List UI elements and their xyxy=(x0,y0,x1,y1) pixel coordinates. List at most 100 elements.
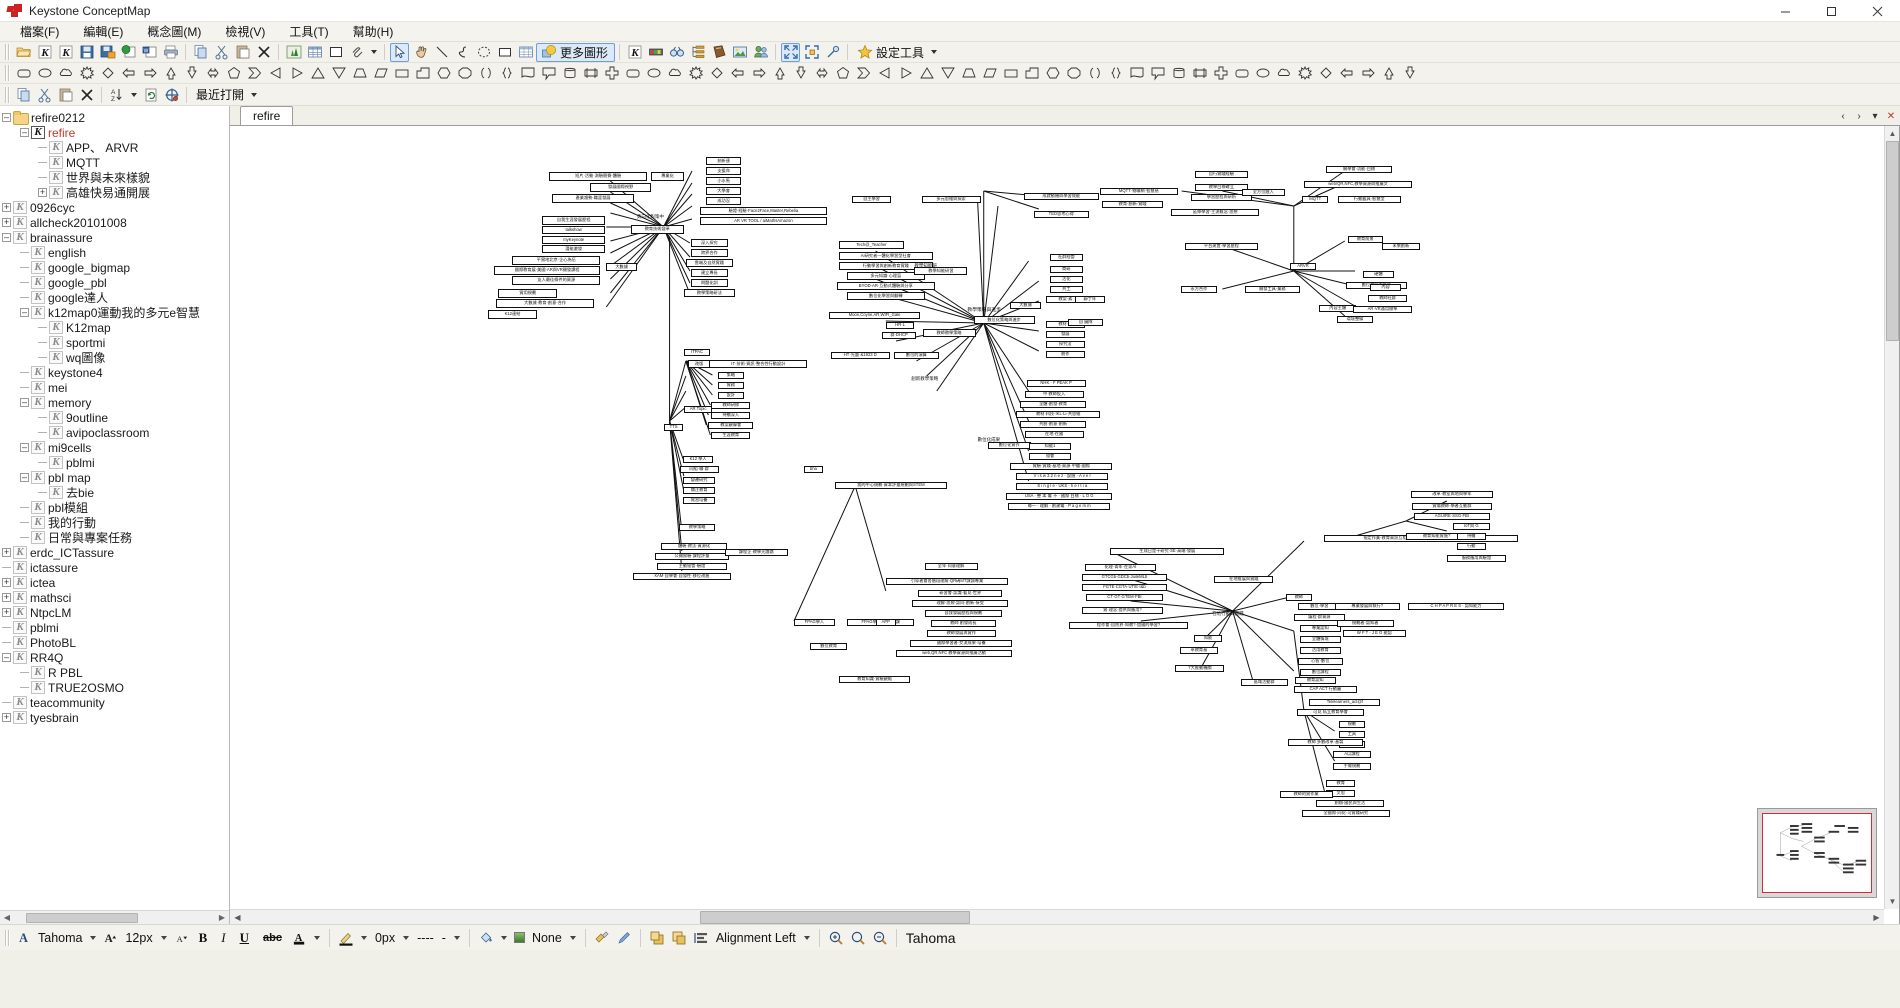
tree-item-18[interactable]: Kmei xyxy=(2,380,229,395)
map-node[interactable]: 教師 創發成長 xyxy=(930,620,996,627)
map-free-label[interactable]: 教學策略與進步 xyxy=(967,306,1001,313)
tab-shape[interactable] xyxy=(413,64,432,83)
map-node[interactable]: 產業趨勢·職涯發展 xyxy=(552,194,634,203)
font-size-value[interactable]: 12px xyxy=(121,931,156,945)
map-node[interactable]: 變遷研究 xyxy=(682,477,716,484)
octagon-shape[interactable] xyxy=(455,64,474,83)
tree-item-6[interactable]: + K 0926cyc xyxy=(2,200,229,215)
diamond-shape[interactable] xyxy=(98,64,117,83)
collapse-toggle-icon[interactable]: – xyxy=(20,443,29,452)
map-node[interactable]: 規劃者·認知者 xyxy=(1336,620,1394,627)
line-color-dropdown-icon[interactable] xyxy=(360,935,367,940)
ellipse-shape-3[interactable] xyxy=(644,64,663,83)
map-node[interactable]: 數位化策略與進步 xyxy=(973,316,1035,324)
tree-item-27[interactable]: K 我的行動 xyxy=(2,515,229,530)
map-node[interactable]: Moon,Coyne,AR,WIFI_Gale xyxy=(828,312,921,319)
map-node[interactable]: 生涯教育 xyxy=(711,432,751,439)
paste-icon[interactable] xyxy=(233,43,252,62)
map-node[interactable]: 知能1 xyxy=(1028,443,1072,450)
map-node[interactable]: 專業認知 xyxy=(1299,625,1341,632)
map-node[interactable]: Tech@_Teacher xyxy=(838,241,905,249)
map-node[interactable]: HR·L xyxy=(885,322,915,329)
chevron-shape[interactable] xyxy=(245,64,264,83)
map-node[interactable]: 改版 xyxy=(687,360,711,368)
map-node[interactable]: 國際學習者·交流成果·培養 xyxy=(910,640,1013,647)
chevron-down-icon[interactable] xyxy=(251,92,258,97)
map-node[interactable]: ARVR xyxy=(1289,263,1317,270)
map-node[interactable]: 教材·科技·IKL·Li·共思維 xyxy=(1016,411,1100,418)
map-node[interactable]: 探究法 xyxy=(1045,341,1085,348)
map-node[interactable]: 實·理念·提供與應用? xyxy=(1081,607,1164,614)
recent-open-button[interactable]: 最近打開 xyxy=(191,85,263,104)
line-style-value[interactable]: ---- xyxy=(413,931,438,945)
minimap-viewport[interactable] xyxy=(1762,813,1872,893)
concept-map-canvas[interactable]: 短片·活動·測驗競賽·體驗 專業化 發展國際視野 產業趨勢·職涯發展 自我生涯發展歷程 t… xyxy=(230,126,1900,924)
hexagon-shape-22[interactable] xyxy=(1043,64,1062,83)
image-icon[interactable] xyxy=(730,43,749,62)
tree-item-11[interactable]: Kgoogle_pbl xyxy=(2,275,229,290)
map-node[interactable]: 策略 xyxy=(717,372,745,379)
chevron-shape-13[interactable] xyxy=(854,64,873,83)
map-node[interactable]: AR VR TOOL / aiMathsAmazon xyxy=(700,217,827,225)
map-node[interactable]: 在地·在國 xyxy=(1024,431,1084,438)
color-strip-icon[interactable] xyxy=(646,43,665,62)
triangle-left-shape[interactable] xyxy=(266,64,285,83)
tree-item-4[interactable]: K 世界與未來樣貌 xyxy=(2,170,229,185)
map-node[interactable]: 在地推展與實踐 xyxy=(1214,576,1274,583)
cloud-shape-4[interactable] xyxy=(665,64,684,83)
copy-icon[interactable] xyxy=(191,43,210,62)
map-node[interactable]: 全體·創發·教育 xyxy=(1020,401,1086,408)
canvas-vertical-scrollbar[interactable]: ▲ ▼ xyxy=(1884,126,1899,909)
triangle-right-shape-15[interactable] xyxy=(896,64,915,83)
map-node[interactable]: 潛能激發 xyxy=(542,245,606,253)
tree-item-17[interactable]: Kkeystone4 xyxy=(2,365,229,380)
map-node[interactable]: 社群經營 xyxy=(1050,254,1083,261)
delete-icon[interactable] xyxy=(254,43,273,62)
map-node[interactable]: 教師教學策略 xyxy=(922,329,976,337)
map-node[interactable]: 教師 多數改革·基製 xyxy=(1287,739,1364,746)
map-node[interactable]: bha xyxy=(804,466,823,473)
map-node[interactable]: 教育前景 xyxy=(1347,236,1383,243)
map-node[interactable]: 理解·思辨·認同·創新·接受 xyxy=(912,600,1009,607)
map-node[interactable]: 主動經營·驗證 xyxy=(657,563,727,570)
map-node[interactable]: 共創·創意·創新 xyxy=(1020,421,1086,428)
send-to-back-icon[interactable] xyxy=(668,927,690,949)
strikethrough-button[interactable]: abc xyxy=(256,927,289,949)
group-icon[interactable] xyxy=(751,43,770,62)
tree-item-32[interactable]: + Kmathsci xyxy=(2,590,229,605)
map-node[interactable]: 知能 xyxy=(1193,635,1223,642)
minimize-button[interactable] xyxy=(1762,0,1808,22)
scroll-down-arrow[interactable]: ▼ xyxy=(1885,894,1899,909)
tree-item-29[interactable]: + Kerdc_ICTassure xyxy=(2,545,229,560)
alignment-icon[interactable] xyxy=(690,927,712,949)
map-node[interactable]: 創辦·國民與生活 xyxy=(1316,800,1384,807)
arrow-both-shape[interactable] xyxy=(203,64,222,83)
map-node[interactable]: 實習培養 xyxy=(682,497,716,504)
map-node[interactable]: 發展國際視野 xyxy=(590,183,652,192)
expand-toggle-icon[interactable]: + xyxy=(2,593,11,602)
map-node[interactable]: 多元思維與探索 xyxy=(921,196,981,203)
sort-az-icon[interactable]: AZ xyxy=(107,85,126,104)
map-node[interactable]: 規劃 xyxy=(1338,721,1366,728)
diamond-shape-6[interactable] xyxy=(707,64,726,83)
cross-shape[interactable] xyxy=(602,64,621,83)
arrow-up-shape-38[interactable] xyxy=(1379,64,1398,83)
fill-value-dropdown-icon[interactable] xyxy=(569,935,576,940)
map-node[interactable]: 教學策略研法 xyxy=(683,289,735,297)
map-node[interactable]: 實驗·實踐·基地·資源·中繼·國際 xyxy=(1010,463,1113,470)
export-doc-icon[interactable]: W xyxy=(140,43,159,62)
map-node[interactable]: 商研 xyxy=(1050,266,1083,273)
map-free-label[interactable]: 教學知能研 xyxy=(914,263,937,269)
map-node[interactable]: 教師社群 xyxy=(1368,295,1407,302)
chevron-down-icon[interactable] xyxy=(931,50,938,54)
map-node[interactable]: 自我生涯發展歷程 xyxy=(542,216,606,225)
map-node[interactable]: A以課程 xyxy=(1332,751,1372,758)
map-node[interactable]: FPAG學人 xyxy=(794,619,835,626)
map-node[interactable]: 生成日是十研究·SE·高端·發展 xyxy=(1110,548,1225,555)
map-node[interactable]: web,QR,NFC 教學資源與推廣活動 xyxy=(896,650,1013,657)
refresh-icon[interactable] xyxy=(141,85,160,104)
collapse-toggle-icon[interactable]: – xyxy=(2,113,11,122)
project-tree[interactable]: – refire0212– Krefire K APP、 ARVR K MQTT K 世界與未來… xyxy=(0,106,229,725)
collapse-toggle-icon[interactable]: – xyxy=(20,398,29,407)
tab-shape-21[interactable] xyxy=(1022,64,1041,83)
